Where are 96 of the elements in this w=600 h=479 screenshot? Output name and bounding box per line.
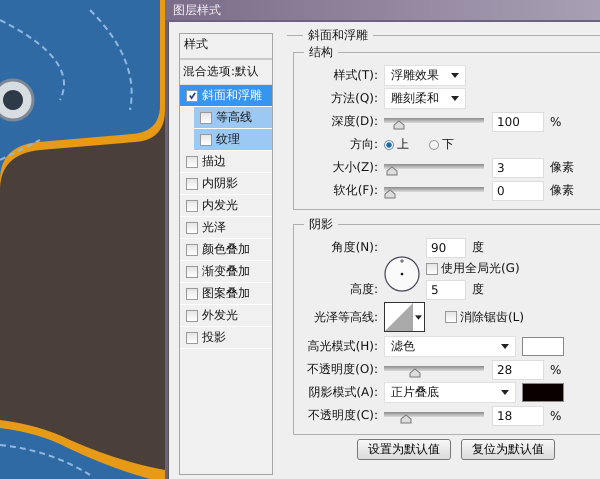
item-label: 图案叠加 xyxy=(202,285,250,302)
contour-picker[interactable] xyxy=(384,302,425,332)
field-label: 方向: xyxy=(348,136,379,153)
radio-button[interactable] xyxy=(384,140,394,150)
dialog-button[interactable]: 复位为默认值 xyxy=(461,439,555,460)
field-label: 不透明度(C): xyxy=(307,407,379,424)
slider-thumb[interactable] xyxy=(408,368,421,378)
unit-label: 像素 xyxy=(550,159,574,176)
styles-header: 样式 xyxy=(180,34,272,60)
checkbox[interactable] xyxy=(186,332,198,344)
checkbox[interactable] xyxy=(200,112,212,124)
list-item[interactable]: 描边 xyxy=(180,151,272,173)
contour-icon xyxy=(385,303,413,331)
item-label: 渐变叠加 xyxy=(202,263,250,280)
dialog-button[interactable]: 设置为默认值 xyxy=(357,439,451,460)
input-field[interactable]: 90 xyxy=(426,238,466,258)
field-label: 高度: xyxy=(348,281,379,298)
checkbox[interactable] xyxy=(186,266,198,278)
field-label: 角度(N): xyxy=(330,239,379,256)
checkbox[interactable] xyxy=(186,244,198,256)
dropdown[interactable]: 浮雕效果 xyxy=(384,65,466,86)
dropdown[interactable]: 滤色 xyxy=(384,336,516,357)
checkbox[interactable] xyxy=(186,222,198,234)
group-title: 阴影 xyxy=(308,216,334,233)
dropdown[interactable]: 正片叠底 xyxy=(384,382,516,403)
checkbox[interactable] xyxy=(186,156,198,168)
caret-icon xyxy=(501,390,509,395)
list-item[interactable]: 颜色叠加 xyxy=(180,239,272,261)
list-item[interactable]: 投影 xyxy=(180,327,272,349)
slider-thumb[interactable] xyxy=(400,414,412,424)
item-label: 纹理 xyxy=(216,131,240,148)
checkbox[interactable] xyxy=(186,178,198,190)
item-label: 内发光 xyxy=(202,197,238,214)
checkbox[interactable] xyxy=(186,310,198,322)
list-item[interactable]: 内发光 xyxy=(180,195,272,217)
color-swatch[interactable] xyxy=(522,383,564,402)
field-label: 样式(T): xyxy=(332,67,379,84)
radio-option[interactable]: 下 xyxy=(429,136,454,153)
field-label: 高光模式(H): xyxy=(306,338,379,355)
item-label: 等高线 xyxy=(216,109,252,126)
group-title: 斜面和浮雕 xyxy=(307,27,369,44)
dropdown[interactable]: 雕刻柔和 xyxy=(384,88,466,109)
checkbox[interactable] xyxy=(426,262,438,274)
field-label: 深度(D): xyxy=(330,113,379,130)
item-label: 内阴影 xyxy=(202,175,238,192)
field-label: 软化(F): xyxy=(332,182,379,199)
caret-icon xyxy=(451,73,459,78)
item-label: 斜面和浮雕 xyxy=(202,87,262,104)
slider-thumb[interactable] xyxy=(392,120,405,130)
item-label: 外发光 xyxy=(202,307,238,324)
slider-thumb[interactable] xyxy=(384,189,396,199)
unit-label: % xyxy=(550,408,562,422)
input-field[interactable]: 3 xyxy=(492,158,544,178)
checkbox-label: 使用全局光(G) xyxy=(441,260,520,277)
input-field[interactable]: 28 xyxy=(492,360,544,380)
input-field[interactable]: 100 xyxy=(492,112,544,132)
field-label: 不透明度(O): xyxy=(306,361,379,378)
checkbox[interactable] xyxy=(186,200,198,212)
list-item[interactable]: 图案叠加 xyxy=(180,283,272,305)
list-item[interactable]: 内阴影 xyxy=(180,173,272,195)
field-label: 方法(Q): xyxy=(330,90,379,107)
checkbox[interactable] xyxy=(186,288,198,300)
field-label: 光泽等高线: xyxy=(312,308,379,326)
unit-label: % xyxy=(550,114,562,128)
input-field[interactable]: 5 xyxy=(426,280,466,300)
list-item[interactable]: 外发光 xyxy=(180,305,272,327)
unit-label: 度 xyxy=(472,239,484,256)
checkbox-label: 消除锯齿(L) xyxy=(460,308,524,326)
caret-icon xyxy=(413,314,424,320)
window-title: 图层样式 xyxy=(173,2,221,18)
checkbox[interactable] xyxy=(186,90,198,102)
radio-option[interactable]: 上 xyxy=(384,136,409,153)
field-label: 大小(Z): xyxy=(331,159,379,176)
list-item[interactable]: 光泽 xyxy=(180,217,272,239)
list-item[interactable]: 渐变叠加 xyxy=(180,261,272,283)
group-title: 结构 xyxy=(308,44,334,61)
item-label: 描边 xyxy=(202,153,226,170)
radio-button[interactable] xyxy=(429,140,439,150)
angle-dial[interactable] xyxy=(384,256,420,292)
list-item[interactable]: 等高线 xyxy=(194,107,272,129)
color-swatch[interactable] xyxy=(522,337,564,356)
item-label: 颜色叠加 xyxy=(202,241,250,258)
input-field[interactable]: 0 xyxy=(492,180,544,200)
caret-icon xyxy=(451,96,459,101)
caret-icon xyxy=(501,344,509,349)
input-field[interactable]: 18 xyxy=(492,406,544,426)
slider-thumb[interactable] xyxy=(386,166,398,176)
list-item[interactable]: 纹理 xyxy=(194,129,272,151)
checkbox[interactable] xyxy=(200,134,212,146)
checkbox[interactable] xyxy=(445,311,457,323)
unit-label: % xyxy=(550,362,562,376)
unit-label: 度 xyxy=(472,281,484,298)
item-label: 光泽 xyxy=(202,219,226,236)
item-label: 投影 xyxy=(202,329,226,346)
unit-label: 像素 xyxy=(550,182,574,199)
field-label: 阴影模式(A): xyxy=(307,384,379,401)
